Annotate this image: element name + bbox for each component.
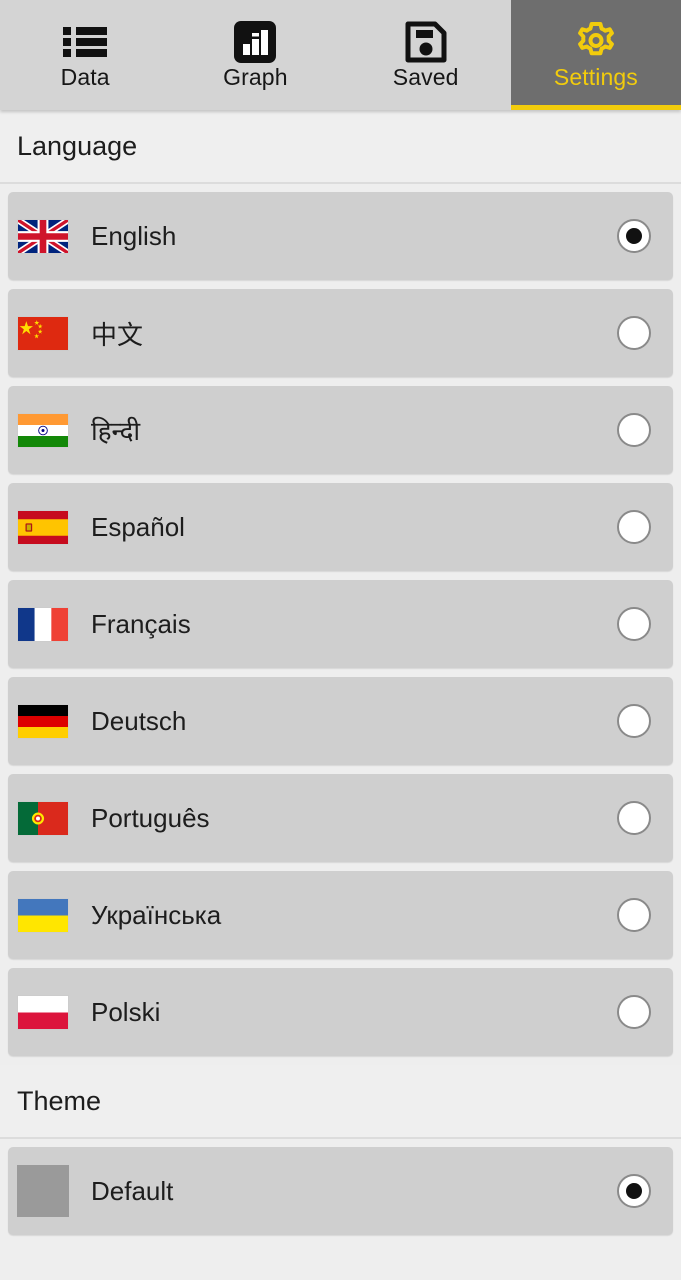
language-label: Українська <box>91 899 222 930</box>
language-row-polish[interactable]: Polski <box>8 968 673 1056</box>
flag-es-icon <box>17 509 69 545</box>
theme-label: Default <box>91 1175 174 1206</box>
language-label: 中文 <box>91 319 144 350</box>
flag-in-icon <box>17 412 69 448</box>
theme-swatch-default <box>17 1165 69 1217</box>
language-label: English <box>91 220 177 251</box>
language-row-chinese[interactable]: 中文 <box>8 289 673 377</box>
language-label: Español <box>91 511 185 542</box>
language-label: Français <box>91 608 191 639</box>
main-tab-bar: Data Graph Saved Settings <box>0 0 681 110</box>
gear-icon <box>574 21 618 63</box>
language-section-title: Language <box>17 130 138 161</box>
tab-settings-label: Settings <box>553 64 638 90</box>
language-section-header: Language <box>0 110 681 184</box>
language-radio-spanish[interactable] <box>617 510 651 544</box>
language-radio-polish[interactable] <box>617 995 651 1029</box>
tab-data[interactable]: Data <box>0 0 170 110</box>
tab-graph-label: Graph <box>223 64 288 90</box>
language-row-hindi[interactable]: हिन्दी <box>8 386 673 474</box>
tab-graph[interactable]: Graph <box>170 0 340 110</box>
language-radio-german[interactable] <box>617 704 651 738</box>
flag-fr-icon <box>17 606 69 642</box>
language-label: Português <box>91 802 210 833</box>
theme-radio-default[interactable] <box>617 1174 651 1208</box>
language-radio-chinese[interactable] <box>617 316 651 350</box>
language-radio-ukrainian[interactable] <box>617 898 651 932</box>
bar-chart-icon <box>234 21 277 63</box>
flag-pt-icon <box>17 800 69 836</box>
language-label: हिन्दी <box>91 416 141 446</box>
tab-saved-label: Saved <box>392 64 459 90</box>
theme-section-title: Theme <box>17 1085 102 1116</box>
flag-cn-icon <box>17 315 69 351</box>
language-row-german[interactable]: Deutsch <box>8 677 673 765</box>
language-radio-english[interactable] <box>617 219 651 253</box>
language-label: Polski <box>91 996 161 1027</box>
floppy-disk-icon <box>405 21 447 63</box>
flag-ua-icon <box>17 897 69 933</box>
language-radio-french[interactable] <box>617 607 651 641</box>
language-radio-hindi[interactable] <box>617 413 651 447</box>
theme-section-header: Theme <box>0 1065 681 1139</box>
flag-de-icon <box>17 703 69 739</box>
tab-data-label: Data <box>60 64 110 90</box>
list-icon <box>63 21 108 63</box>
tab-settings[interactable]: Settings <box>510 0 681 110</box>
theme-list: Default <box>0 1139 681 1235</box>
flag-gb-icon <box>17 218 69 254</box>
language-label: Deutsch <box>91 705 187 736</box>
flag-pl-icon <box>17 994 69 1030</box>
language-radio-portuguese[interactable] <box>617 801 651 835</box>
language-row-spanish[interactable]: Español <box>8 483 673 571</box>
theme-row-default[interactable]: Default <box>8 1147 673 1235</box>
language-row-french[interactable]: Français <box>8 580 673 668</box>
language-row-english[interactable]: English <box>8 192 673 280</box>
language-row-portuguese[interactable]: Português <box>8 774 673 862</box>
language-row-ukrainian[interactable]: Українська <box>8 871 673 959</box>
tab-saved[interactable]: Saved <box>341 0 511 110</box>
language-list: English 中文 हिन्दी Español Français Deuts… <box>0 184 681 1056</box>
settings-screen: Data Graph Saved Settings Language Engli… <box>0 0 681 1280</box>
